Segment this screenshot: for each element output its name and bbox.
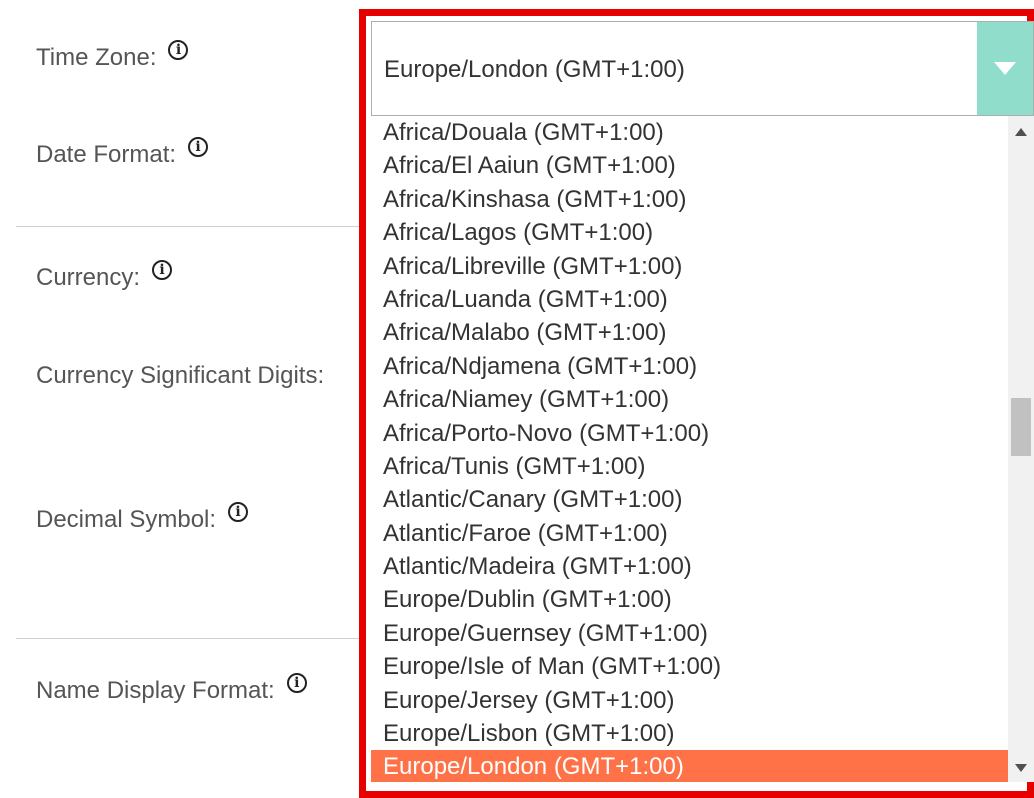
time-zone-option[interactable]: Africa/El Aaiun (GMT+1:00) [371, 149, 1008, 182]
section-divider [16, 226, 361, 227]
currency-label: Currency: i [36, 260, 173, 292]
decimal-symbol-info-icon[interactable]: i [228, 502, 249, 522]
section-divider [16, 638, 361, 639]
time-zone-option[interactable]: Europe/Isle of Man (GMT+1:00) [371, 650, 1008, 683]
time-zone-label: Time Zone: i [36, 40, 189, 72]
time-zone-label-text: Time Zone: [36, 44, 157, 71]
time-zone-option[interactable]: Europe/Dublin (GMT+1:00) [371, 583, 1008, 616]
currency-digits-label-text: Currency Significant Digits: [36, 362, 325, 389]
time-zone-option[interactable]: Africa/Ndjamena (GMT+1:00) [371, 350, 1008, 383]
caret-down-icon [994, 62, 1016, 75]
time-zone-option[interactable]: Africa/Tunis (GMT+1:00) [371, 450, 1008, 483]
decimal-symbol-label: Decimal Symbol: i [36, 502, 249, 534]
time-zone-option-selected[interactable]: Europe/London (GMT+1:00) [371, 750, 1008, 782]
name-display-format-label-text: Name Display Format: [36, 677, 275, 704]
time-zone-option[interactable]: Africa/Lagos (GMT+1:00) [371, 216, 1008, 249]
scroll-down-icon[interactable] [1015, 764, 1027, 772]
locale-settings-page: Time Zone: i Date Format: i Currency: i … [0, 0, 1034, 798]
options-scrollbar[interactable] [1008, 116, 1034, 782]
name-display-format-label: Name Display Format: i [36, 673, 307, 705]
time-zone-option[interactable]: Africa/Malabo (GMT+1:00) [371, 316, 1008, 349]
time-zone-option[interactable]: Africa/Kinshasa (GMT+1:00) [371, 183, 1008, 216]
time-zone-option[interactable]: Atlantic/Faroe (GMT+1:00) [371, 517, 1008, 550]
time-zone-options-list: Africa/Douala (GMT+1:00) Africa/El Aaiun … [371, 116, 1008, 782]
date-format-label-text: Date Format: [36, 141, 177, 168]
time-zone-option[interactable]: Africa/Niamey (GMT+1:00) [371, 383, 1008, 416]
time-zone-option[interactable]: Africa/Douala (GMT+1:00) [371, 116, 1008, 149]
date-format-label: Date Format: i [36, 137, 209, 169]
time-zone-dropdown-toggle[interactable] [977, 22, 1033, 115]
time-zone-option[interactable]: Atlantic/Madeira (GMT+1:00) [371, 550, 1008, 583]
currency-digits-label: Currency Significant Digits: [36, 362, 324, 390]
decimal-symbol-label-text: Decimal Symbol: [36, 506, 217, 533]
time-zone-option[interactable]: Africa/Luanda (GMT+1:00) [371, 283, 1008, 316]
time-zone-option[interactable]: Europe/Lisbon (GMT+1:00) [371, 717, 1008, 750]
currency-label-text: Currency: [36, 264, 141, 291]
time-zone-option[interactable]: Europe/Jersey (GMT+1:00) [371, 684, 1008, 717]
scroll-up-icon[interactable] [1015, 128, 1027, 136]
time-zone-option[interactable]: Europe/Guernsey (GMT+1:00) [371, 617, 1008, 650]
time-zone-select-value: Europe/London (GMT+1:00) [384, 56, 685, 83]
time-zone-info-icon[interactable]: i [168, 40, 189, 60]
time-zone-option[interactable]: Africa/Porto-Novo (GMT+1:00) [371, 417, 1008, 450]
time-zone-select[interactable]: Europe/London (GMT+1:00) [371, 21, 1034, 116]
time-zone-option[interactable]: Africa/Libreville (GMT+1:00) [371, 250, 1008, 283]
time-zone-options-panel: Africa/Douala (GMT+1:00) Africa/El Aaiun … [371, 116, 1034, 782]
time-zone-option[interactable]: Atlantic/Canary (GMT+1:00) [371, 483, 1008, 516]
date-format-info-icon[interactable]: i [188, 137, 209, 157]
scroll-thumb[interactable] [1011, 398, 1031, 456]
name-display-format-info-icon[interactable]: i [286, 673, 307, 693]
currency-info-icon[interactable]: i [152, 260, 173, 280]
